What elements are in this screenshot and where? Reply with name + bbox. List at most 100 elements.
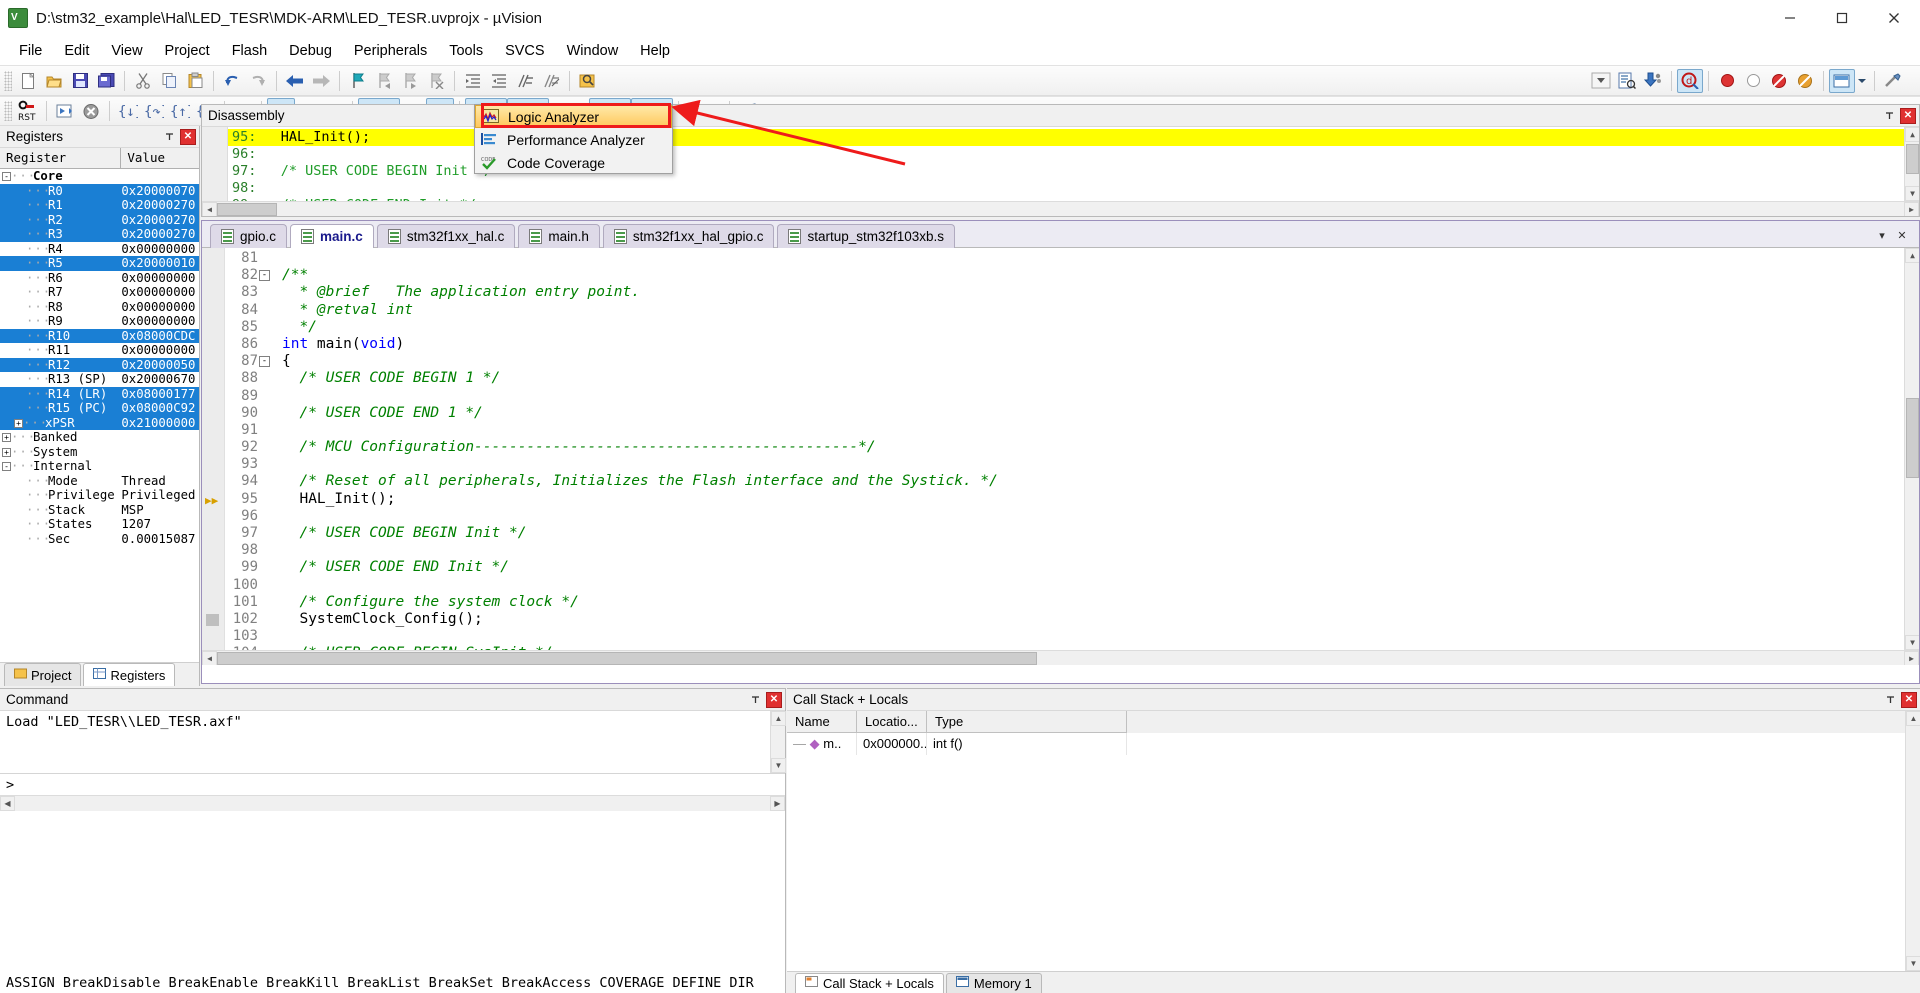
menu-item-debug[interactable]: Debug <box>278 39 343 63</box>
menu-item-svcs[interactable]: SVCS <box>494 39 556 63</box>
close-icon[interactable]: ✕ <box>1901 692 1917 708</box>
editor-line[interactable]: 99 /* USER CODE END Init */ <box>202 559 1919 576</box>
register-row[interactable]: ···R13 (SP)0x20000670 <box>0 372 199 387</box>
cut-icon[interactable] <box>130 69 156 93</box>
tree-toggle-icon[interactable]: + <box>2 448 11 457</box>
indent-icon[interactable] <box>460 69 486 93</box>
menu-item-logic-analyzer[interactable]: Logic Analyzer <box>475 105 672 128</box>
editor-tab-main-c[interactable]: main.c <box>290 224 374 248</box>
close-icon[interactable]: ✕ <box>180 129 196 145</box>
hscroll-thumb[interactable] <box>217 652 1037 665</box>
paste-icon[interactable] <box>182 69 208 93</box>
manage-project-icon[interactable] <box>1829 69 1855 93</box>
step-over-icon[interactable]: {↷} <box>141 99 167 123</box>
toolbar-grip[interactable] <box>4 101 12 121</box>
register-row[interactable]: ···StackMSP <box>0 503 199 518</box>
minimize-button[interactable] <box>1764 0 1816 36</box>
tree-toggle-icon[interactable]: + <box>14 419 23 428</box>
scroll-up-icon[interactable]: ▲ <box>1906 711 1920 726</box>
register-row[interactable]: ···R120x20000050 <box>0 358 199 373</box>
editor-line[interactable]: 98 <box>202 542 1919 559</box>
editor-hscrollbar[interactable]: ◀ ▶ <box>202 650 1919 665</box>
register-row[interactable]: ···R60x00000000 <box>0 271 199 286</box>
close-icon[interactable]: ✕ <box>1893 227 1911 245</box>
outdent-icon[interactable] <box>486 69 512 93</box>
scroll-up-icon[interactable]: ▲ <box>771 711 786 726</box>
scroll-left-icon[interactable]: ◀ <box>0 796 15 811</box>
scroll-up-icon[interactable]: ▲ <box>1905 248 1919 263</box>
register-row[interactable]: +···Banked <box>0 430 199 445</box>
editor-vscrollbar[interactable]: ▲ ▼ <box>1904 248 1919 665</box>
editor-tab-startup-stm32f103xb-s[interactable]: startup_stm32f103xb.s <box>777 224 955 248</box>
editor-line[interactable]: 103 <box>202 628 1919 645</box>
editor-line[interactable]: 89 <box>202 388 1919 405</box>
pin-icon[interactable] <box>161 129 177 145</box>
editor-line[interactable]: 97 /* USER CODE BEGIN Init */ <box>202 525 1919 542</box>
new-file-icon[interactable] <box>15 69 41 93</box>
disassembly-line[interactable]: 96: <box>202 146 1919 163</box>
callstack-column-name[interactable]: Name <box>787 711 857 733</box>
find-in-files-icon[interactable] <box>575 69 601 93</box>
callstack-tab-memory-1[interactable]: Memory 1 <box>946 973 1042 993</box>
copy-icon[interactable] <box>156 69 182 93</box>
register-row[interactable]: ···R40x00000000 <box>0 242 199 257</box>
menu-item-project[interactable]: Project <box>154 39 221 63</box>
analyzer-dropdown-menu[interactable]: Logic AnalyzerPerformance AnalyzerCODECo… <box>474 104 673 174</box>
bookmark-clear-icon[interactable] <box>423 69 449 93</box>
register-row[interactable]: ···ModeThread <box>0 474 199 489</box>
disassembly-line[interactable]: 98: <box>202 180 1919 197</box>
editor-line[interactable]: 83 * @brief The application entry point. <box>202 284 1919 301</box>
menu-item-peripherals[interactable]: Peripherals <box>343 39 438 63</box>
bookmark-prev-icon[interactable] <box>371 69 397 93</box>
register-row[interactable]: ···R100x08000CDC <box>0 329 199 344</box>
pin-icon[interactable] <box>747 692 763 708</box>
pane-tab-project[interactable]: Project <box>4 663 81 686</box>
editor-line[interactable]: 87-{ <box>202 353 1919 370</box>
run-icon[interactable] <box>52 99 78 123</box>
register-row[interactable]: ···R80x00000000 <box>0 300 199 315</box>
vscroll-thumb[interactable] <box>1906 144 1919 174</box>
register-row[interactable]: ···R70x00000000 <box>0 285 199 300</box>
bookmark-toggle-icon[interactable] <box>345 69 371 93</box>
bookmark-next-icon[interactable] <box>397 69 423 93</box>
editor-line[interactable]: 86int main(void) <box>202 336 1919 353</box>
forward-icon[interactable] <box>308 69 334 93</box>
editor-line[interactable]: 100 <box>202 577 1919 594</box>
configuration-wizard-icon[interactable] <box>1880 69 1906 93</box>
register-row[interactable]: -···Core <box>0 169 199 184</box>
menu-item-edit[interactable]: Edit <box>53 39 100 63</box>
register-row[interactable]: ···R110x00000000 <box>0 343 199 358</box>
callstack-rows[interactable]: — ◆ m..0x000000...int f() <box>787 733 1920 755</box>
disassembly-body[interactable]: 95: HAL_Init();96:97: /* USER CODE BEGIN… <box>202 127 1919 216</box>
step-icon[interactable]: {↓} <box>115 99 141 123</box>
close-button[interactable] <box>1868 0 1920 36</box>
editor-line[interactable]: 84 * @retval int <box>202 302 1919 319</box>
register-row[interactable]: ···R50x20000010 <box>0 256 199 271</box>
editor-line[interactable]: 90 /* USER CODE END 1 */ <box>202 405 1919 422</box>
tree-toggle-icon[interactable]: - <box>2 462 11 471</box>
scroll-down-icon[interactable]: ▼ <box>1906 956 1920 971</box>
menu-item-window[interactable]: Window <box>556 39 630 63</box>
editor-line[interactable]: 91 <box>202 422 1919 439</box>
editor-line[interactable]: 96 <box>202 508 1919 525</box>
editor-line[interactable]: 101 /* Configure the system clock */ <box>202 594 1919 611</box>
editor-line[interactable]: 93 <box>202 456 1919 473</box>
back-icon[interactable] <box>282 69 308 93</box>
register-row[interactable]: +···xPSR0x21000000 <box>0 416 199 431</box>
menu-item-flash[interactable]: Flash <box>221 39 278 63</box>
callstack-tab-call-stack---locals[interactable]: Call Stack + Locals <box>795 973 944 993</box>
undo-icon[interactable] <box>219 69 245 93</box>
register-row[interactable]: ···States1207 <box>0 517 199 532</box>
editor-line[interactable]: 82-/** <box>202 267 1919 284</box>
disable-all-breakpoints-icon[interactable] <box>1792 69 1818 93</box>
download-icon[interactable] <box>1640 69 1666 93</box>
scroll-right-icon[interactable]: ▶ <box>1904 651 1919 666</box>
save-icon[interactable] <box>67 69 93 93</box>
callstack-grid[interactable]: NameLocatio...Type — ◆ m..0x000000...int… <box>787 711 1920 971</box>
register-row[interactable]: ···R14 (LR)0x08000177 <box>0 387 199 402</box>
editor-lines[interactable]: 8182-/**83 * @brief The application entr… <box>202 248 1919 665</box>
registers-grid[interactable]: Register Value -···Core···R00x20000070··… <box>0 148 199 662</box>
scroll-down-icon[interactable]: ▼ <box>1905 186 1919 201</box>
register-row[interactable]: +···System <box>0 445 199 460</box>
register-row[interactable]: ···Sec0.00015087 <box>0 532 199 547</box>
